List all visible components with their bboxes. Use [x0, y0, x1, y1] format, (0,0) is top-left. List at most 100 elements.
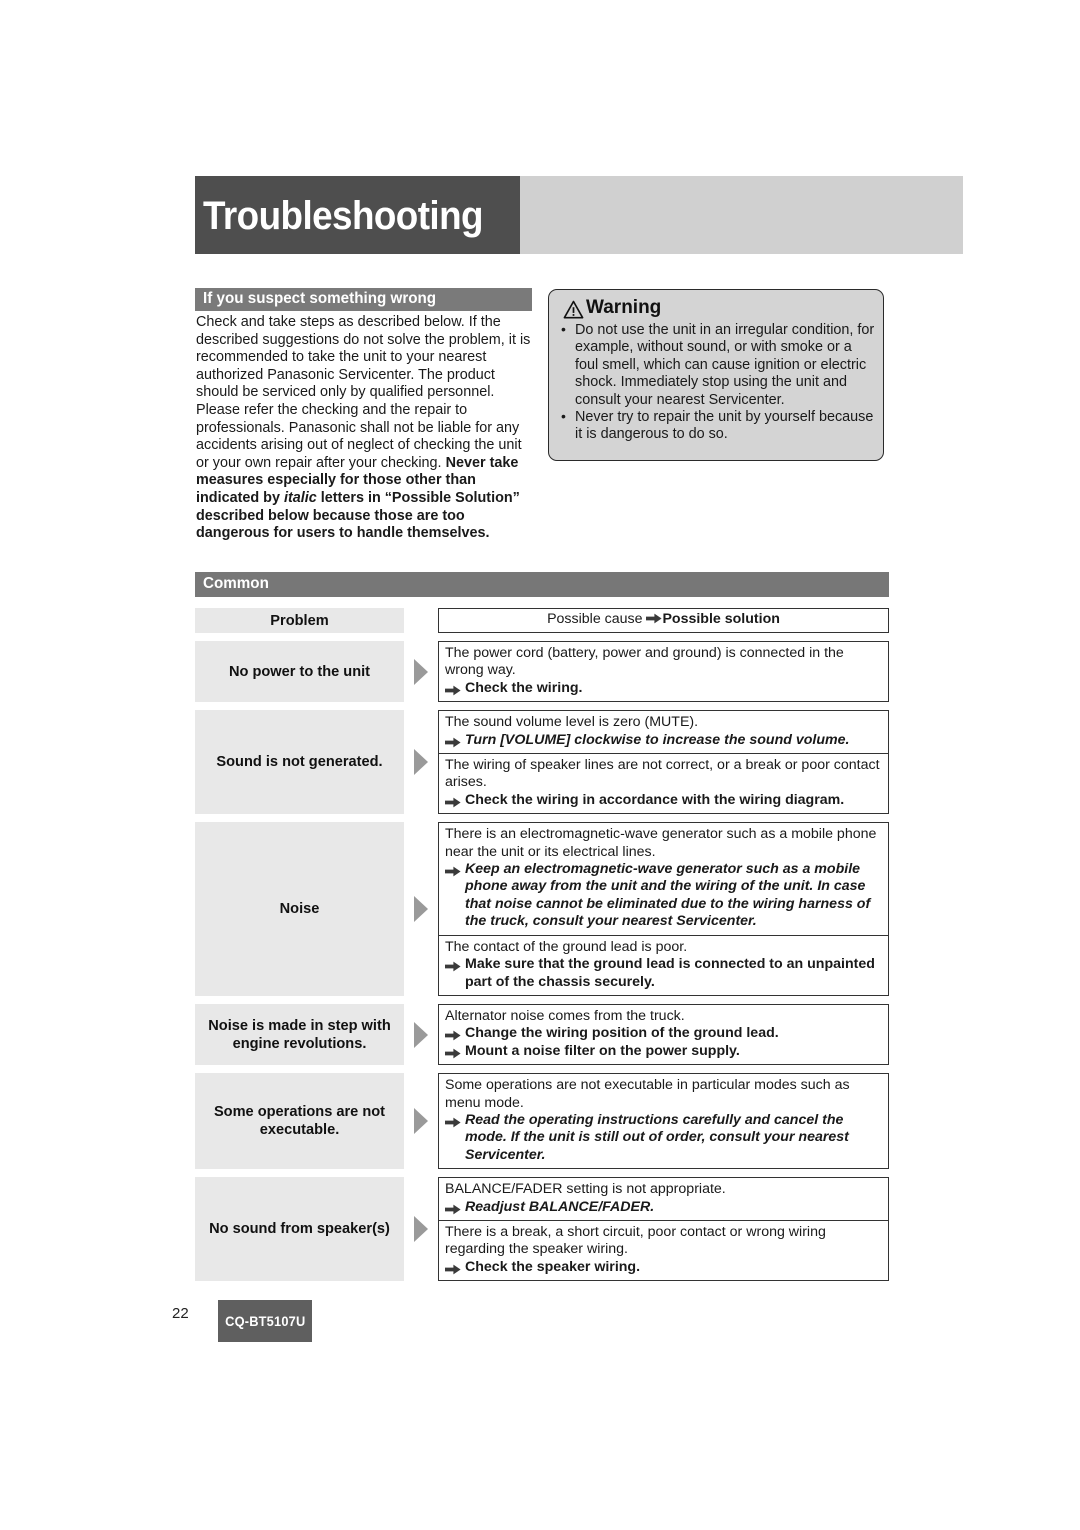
fix-text: Check the wiring. [445, 680, 882, 697]
row-arrow-cell [404, 710, 438, 814]
model-badge: CQ-BT5107U [218, 1300, 312, 1342]
row-arrow-icon [413, 1107, 429, 1135]
row-arrow-icon [413, 658, 429, 686]
troubleshooting-table: Problem Possible cause Possible solution… [195, 608, 889, 1289]
cause-text: Some operations are not executable in pa… [445, 1077, 850, 1111]
cause-text: There is an electromagnetic-wave generat… [445, 826, 877, 860]
fix-arrow-icon [445, 960, 461, 972]
fix-text: Make sure that the ground lead is connec… [445, 956, 882, 991]
page-title: Troubleshooting [203, 194, 484, 238]
table-row: No power to the unit The power cord (bat… [195, 641, 889, 703]
table-header-row: Problem Possible cause Possible solution [195, 608, 889, 633]
row-arrow-icon [413, 748, 429, 776]
fix-arrow-icon [445, 865, 461, 877]
problem-cell: Noise is made in step with engine revolu… [195, 1003, 404, 1066]
intro-plain-text: Check and take steps as described below.… [196, 314, 531, 471]
fix-label: Change the wiring position of the ground… [465, 1025, 779, 1042]
fix-label: Turn [VOLUME] clockwise to increase the … [465, 731, 850, 748]
fix-label: Make sure that the ground lead is connec… [465, 956, 875, 990]
fix-text-secondary: Mount a noise filter on the power supply… [445, 1043, 882, 1060]
cause-text: BALANCE/FADER setting is not appropriate… [445, 1181, 726, 1198]
warning-item: Never try to repair the unit by yourself… [560, 408, 876, 444]
fix-arrow-icon [445, 736, 461, 748]
warning-box: Warning Do not use the unit in an irregu… [548, 289, 884, 461]
solution-cell: The sound volume level is zero (MUTE). T… [438, 710, 889, 755]
problem-cell: No power to the unit [195, 641, 404, 703]
header-arrow-spacer [404, 608, 438, 633]
solution-cell: The power cord (battery, power and groun… [438, 641, 889, 703]
solution-cell: There is an electromagnetic-wave generat… [438, 822, 889, 936]
fix-arrow-icon [445, 796, 461, 808]
cause-text: The contact of the ground lead is poor. [445, 938, 688, 955]
model-label: CQ-BT5107U [224, 1313, 306, 1329]
row-arrow-cell [404, 1073, 438, 1169]
row-arrow-icon [413, 895, 429, 923]
page-number: 22 [172, 1305, 189, 1322]
fix-arrow-icon [445, 1029, 461, 1041]
warning-item: Do not use the unit in an irregular cond… [560, 321, 876, 409]
fix-arrow-icon [445, 1116, 461, 1128]
fix-arrow-icon [445, 1263, 461, 1275]
solutions-stack: Alternator noise comes from the truck. C… [438, 1003, 889, 1066]
fix-label: Keep an electromagnetic-wave generator s… [465, 861, 871, 930]
fix-label: Readjust BALANCE/FADER. [465, 1198, 655, 1215]
table-row: Noise There is an electromagnetic-wave g… [195, 822, 889, 996]
problem-cell: Noise [195, 822, 404, 996]
fix-label-secondary: Mount a noise filter on the power supply… [465, 1042, 740, 1059]
warning-title-label: Warning [586, 297, 662, 318]
solutions-stack: There is an electromagnetic-wave generat… [438, 822, 889, 996]
table-row: Some operations are not executable. Some… [195, 1073, 889, 1170]
fix-text: Change the wiring position of the ground… [445, 1025, 882, 1042]
row-arrow-icon [413, 1215, 429, 1243]
fix-text: Keep an electromagnetic-wave generator s… [445, 861, 882, 931]
row-arrow-cell [404, 641, 438, 702]
cause-text: The power cord (battery, power and groun… [445, 645, 844, 679]
column-header-solution-wrap: Possible cause Possible solution [438, 608, 889, 633]
warning-item-list: Do not use the unit in an irregular cond… [560, 321, 876, 444]
solutions-stack: The power cord (battery, power and groun… [438, 641, 889, 703]
problem-cell: Sound is not generated. [195, 710, 404, 815]
solution-label: Possible solution [662, 611, 780, 627]
inline-arrow-icon [646, 612, 663, 629]
solution-cell: The contact of the ground lead is poor. … [438, 935, 889, 996]
fix-label: Check the wiring in accordance with the … [465, 791, 845, 808]
column-header-solution: Possible cause Possible solution [438, 608, 889, 633]
solutions-stack: BALANCE/FADER setting is not appropriate… [438, 1177, 889, 1282]
table-row: Sound is not generated. The sound volume… [195, 710, 889, 815]
fix-label: Check the wiring. [465, 679, 583, 696]
group-band-common: Common [195, 572, 889, 597]
section-heading-label: If you suspect something wrong [203, 290, 437, 307]
solutions-stack: Some operations are not executable in pa… [438, 1073, 889, 1170]
fix-arrow-icon [445, 1203, 461, 1214]
solution-cell: There is a break, a short circuit, poor … [438, 1220, 889, 1282]
column-header-problem: Problem [195, 608, 404, 633]
section-heading-bar: If you suspect something wrong [195, 288, 532, 311]
cause-text: The sound volume level is zero (MUTE). [445, 714, 699, 731]
problem-cell: Some operations are not executable. [195, 1073, 404, 1170]
solution-cell: Some operations are not executable in pa… [438, 1073, 889, 1170]
fix-text: Read the operating instructions carefull… [445, 1112, 882, 1164]
solution-cell: The wiring of speaker lines are not corr… [438, 754, 889, 815]
fix-label: Check the speaker wiring. [465, 1258, 641, 1275]
table-row: Noise is made in step with engine revolu… [195, 1003, 889, 1066]
fix-label: Read the operating instructions carefull… [465, 1111, 849, 1163]
solution-cell: Alternator noise comes from the truck. C… [438, 1003, 889, 1066]
solution-cell: BALANCE/FADER setting is not appropriate… [438, 1177, 889, 1221]
row-arrow-icon [413, 1021, 429, 1049]
cause-text: Alternator noise comes from the truck. [445, 1007, 685, 1024]
fix-arrow-icon [445, 684, 461, 696]
cause-text: The wiring of speaker lines are not corr… [445, 757, 880, 791]
fix-text: Check the speaker wiring. [445, 1259, 882, 1276]
row-arrow-cell [404, 1004, 438, 1065]
cause-text: There is a break, a short circuit, poor … [445, 1223, 826, 1258]
group-band-label: Common [203, 575, 269, 592]
warning-triangle-icon [563, 300, 584, 319]
section-intro-paragraph: Check and take steps as described below.… [196, 314, 536, 543]
warning-title-row: Warning [563, 297, 661, 319]
fix-arrow-icon [445, 1047, 461, 1059]
document-page: Troubleshooting If you suspect something… [0, 0, 1080, 1530]
cause-label: Possible cause [547, 611, 647, 627]
fix-text: Readjust BALANCE/FADER. [445, 1199, 882, 1216]
row-arrow-cell [404, 822, 438, 996]
solutions-stack: The sound volume level is zero (MUTE). T… [438, 710, 889, 815]
